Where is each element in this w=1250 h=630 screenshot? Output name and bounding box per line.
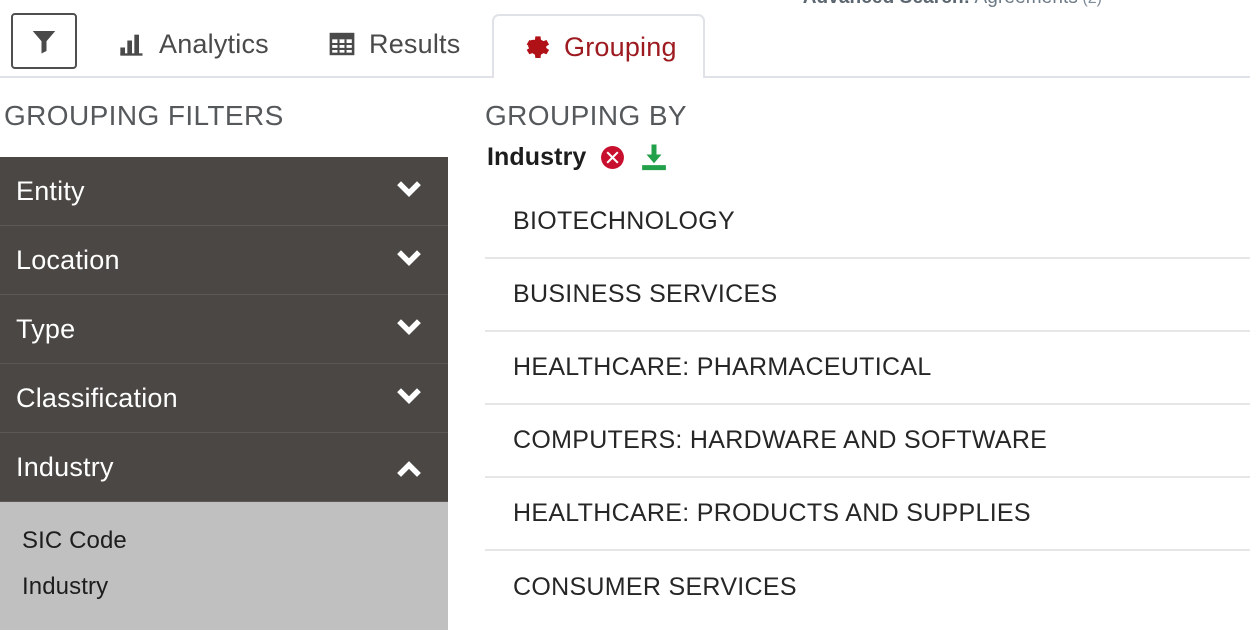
tab-results-label: Results bbox=[369, 28, 461, 59]
grouping-row-label: CONSUMER SERVICES bbox=[513, 573, 797, 601]
accordion-item-location[interactable]: Location bbox=[0, 226, 448, 295]
gear-icon bbox=[520, 33, 549, 62]
tab-analytics-label: Analytics bbox=[159, 28, 269, 59]
grouping-row[interactable]: BUSINESS SERVICES bbox=[485, 259, 1250, 332]
funnel-icon bbox=[29, 26, 59, 56]
grouping-filters-title: GROUPING FILTERS bbox=[4, 100, 284, 131]
grouping-row-label: BIOTECHNOLOGY bbox=[513, 207, 735, 235]
tab-grouping-label: Grouping bbox=[564, 31, 677, 62]
chevron-down-icon bbox=[394, 387, 424, 409]
tab-bar: Analytics Results Grouping bbox=[0, 0, 1250, 78]
accordion-label-type: Type bbox=[16, 313, 76, 344]
grouping-row[interactable]: COMPUTERS: HARDWARE AND SOFTWARE bbox=[485, 405, 1250, 478]
body-area: GROUPING FILTERS Entity Location Type Cl… bbox=[0, 78, 1250, 630]
bar-chart-icon bbox=[118, 30, 146, 58]
grouping-row-label: HEALTHCARE: PHARMACEUTICAL bbox=[513, 353, 932, 381]
accordion-item-industry[interactable]: Industry bbox=[0, 433, 448, 502]
accordion-item-type[interactable]: Type bbox=[0, 295, 448, 364]
remove-circle-icon[interactable] bbox=[600, 145, 625, 170]
chevron-down-icon bbox=[394, 180, 424, 202]
grouping-row[interactable]: BIOTECHNOLOGY bbox=[485, 186, 1250, 259]
accordion-label-location: Location bbox=[16, 244, 120, 275]
grouping-by-panel: GROUPING BY Industry BIOTECHNOLOGY BUSIN… bbox=[485, 78, 1250, 624]
active-grouping-label: Industry bbox=[487, 142, 587, 171]
filters-accordion: Entity Location Type Classification Indu… bbox=[0, 157, 448, 630]
grouping-results-list: BIOTECHNOLOGY BUSINESS SERVICES HEALTHCA… bbox=[485, 186, 1250, 624]
industry-option-sic-code[interactable]: SIC Code bbox=[0, 518, 448, 564]
chevron-up-icon bbox=[394, 456, 424, 478]
chevron-down-icon bbox=[394, 249, 424, 271]
table-grid-icon bbox=[328, 30, 356, 58]
accordion-item-entity[interactable]: Entity bbox=[0, 157, 448, 226]
tab-analytics[interactable]: Analytics bbox=[96, 10, 291, 78]
accordion-label-entity: Entity bbox=[16, 175, 85, 206]
industry-options-panel: SIC Code Industry bbox=[0, 502, 448, 630]
filter-toggle-button[interactable] bbox=[11, 13, 77, 69]
active-grouping-header: Industry bbox=[485, 132, 1250, 172]
tab-grouping[interactable]: Grouping bbox=[492, 14, 705, 78]
grouping-row-label: COMPUTERS: HARDWARE AND SOFTWARE bbox=[513, 426, 1048, 454]
grouping-filters-panel: GROUPING FILTERS Entity Location Type Cl… bbox=[0, 78, 448, 630]
accordion-label-industry: Industry bbox=[16, 451, 114, 482]
industry-option-industry[interactable]: Industry bbox=[0, 564, 448, 610]
grouping-row[interactable]: CONSUMER SERVICES bbox=[485, 551, 1250, 624]
accordion-label-classification: Classification bbox=[16, 382, 178, 413]
accordion-item-classification[interactable]: Classification bbox=[0, 364, 448, 433]
download-icon[interactable] bbox=[639, 142, 669, 172]
tab-results[interactable]: Results bbox=[306, 10, 482, 78]
grouping-row[interactable]: HEALTHCARE: PRODUCTS AND SUPPLIES bbox=[485, 478, 1250, 551]
grouping-row-label: BUSINESS SERVICES bbox=[513, 280, 778, 308]
chevron-down-icon bbox=[394, 318, 424, 340]
grouping-row[interactable]: HEALTHCARE: PHARMACEUTICAL bbox=[485, 332, 1250, 405]
grouping-row-label: HEALTHCARE: PRODUCTS AND SUPPLIES bbox=[513, 499, 1031, 527]
grouping-by-title: GROUPING BY bbox=[485, 100, 687, 131]
app-root: Advanced Search: Agreements (2) An bbox=[0, 0, 1250, 630]
